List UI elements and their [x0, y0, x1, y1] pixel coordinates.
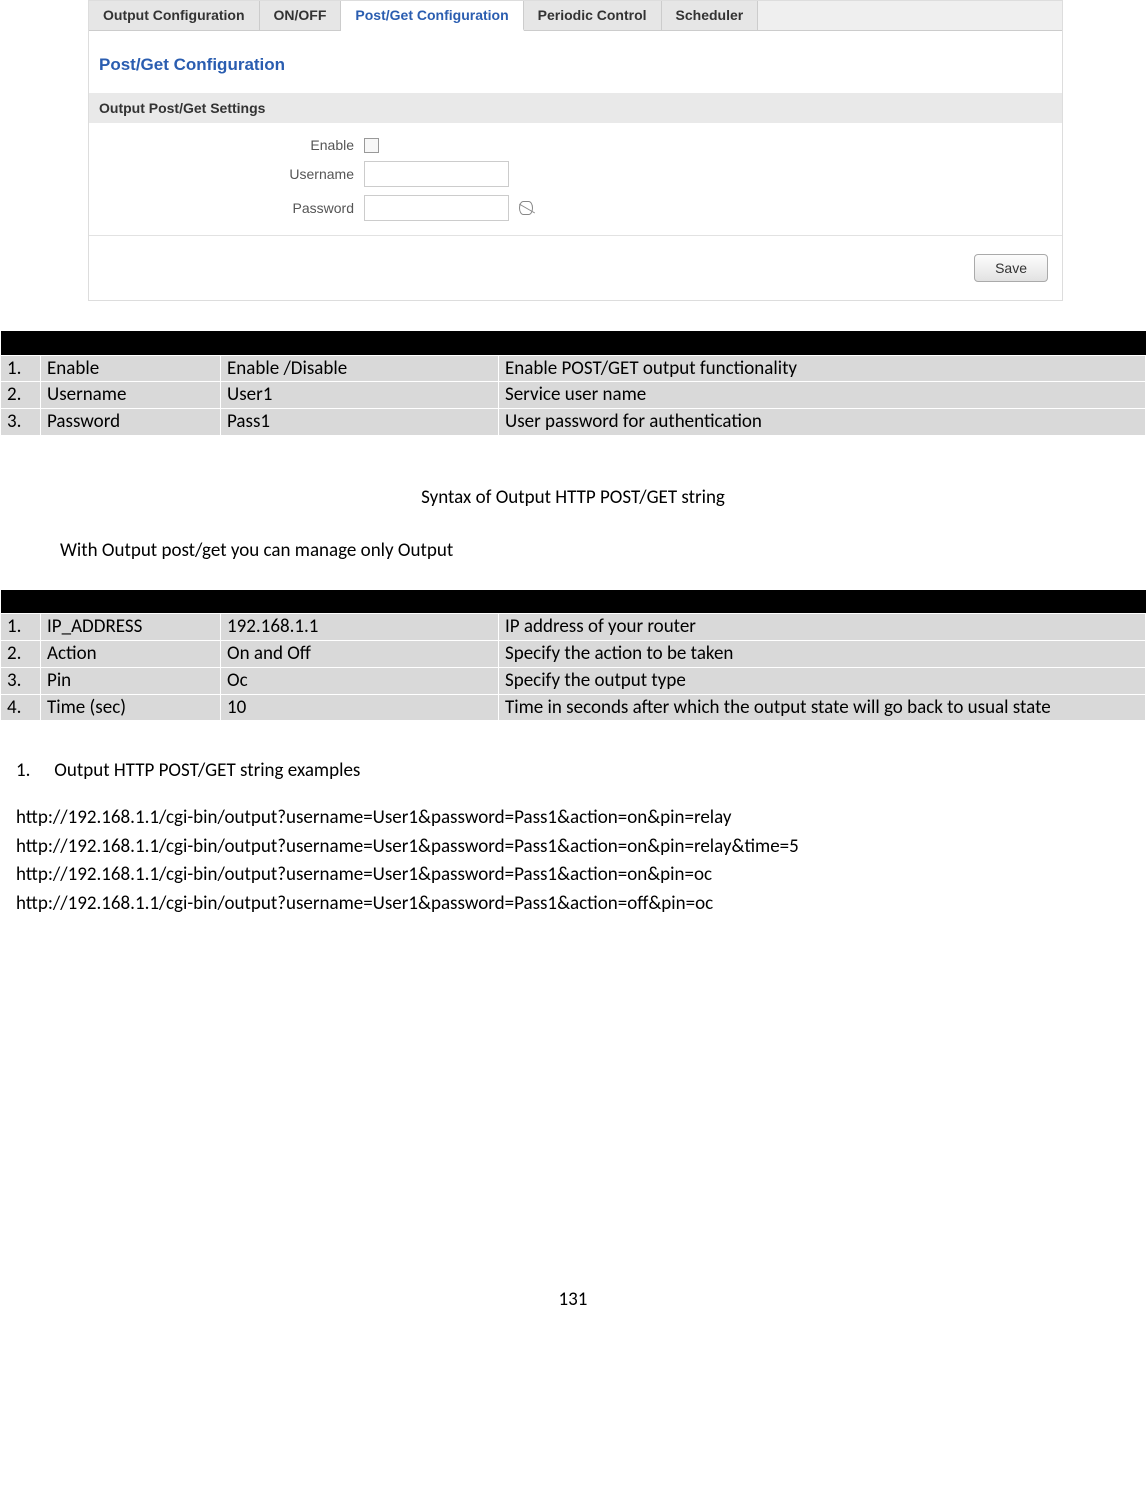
url-line: http://192.168.1.1/cgi-bin/output?userna… [16, 833, 1146, 862]
table-row: 2. Username User1 Service user name [1, 382, 1146, 409]
th [221, 590, 499, 614]
cell: User password for authentication [499, 409, 1146, 436]
table-row: 1. Enable Enable /Disable Enable POST/GE… [1, 355, 1146, 382]
tab-post-get-config[interactable]: Post/Get Configuration [341, 1, 523, 31]
cell: On and Off [221, 641, 499, 668]
section-subhead: Output Post/Get Settings [89, 93, 1062, 123]
tab-strip: Output Configuration ON/OFF Post/Get Con… [89, 1, 1062, 31]
examples-num: 1. [16, 759, 50, 782]
syntax-heading: Syntax of Output HTTP POST/GET string [0, 486, 1146, 509]
tab-scheduler[interactable]: Scheduler [662, 1, 759, 30]
cell: Oc [221, 667, 499, 694]
password-input[interactable] [364, 195, 509, 221]
cell: 10 [221, 694, 499, 721]
form-footer: Save [89, 235, 1062, 300]
cell: Pass1 [221, 409, 499, 436]
cell: 1. [1, 614, 41, 641]
cell: Password [41, 409, 221, 436]
url-line: http://192.168.1.1/cgi-bin/output?userna… [16, 804, 1146, 833]
table-row: 3. Pin Oc Specify the output type [1, 667, 1146, 694]
th [499, 590, 1146, 614]
cell: Enable /Disable [221, 355, 499, 382]
section-title: Post/Get Configuration [89, 31, 1062, 93]
syntax-table: 1. IP_ADDRESS 192.168.1.1 IP address of … [0, 590, 1146, 722]
cell: 1. [1, 355, 41, 382]
cell: IP address of your router [499, 614, 1146, 641]
th [499, 331, 1146, 355]
page-number: 131 [0, 1288, 1146, 1311]
cell: 2. [1, 641, 41, 668]
examples-title: Output HTTP POST/GET string examples [54, 759, 360, 782]
username-label: Username [89, 166, 364, 182]
cell: 3. [1, 667, 41, 694]
tab-periodic-control[interactable]: Periodic Control [524, 1, 662, 30]
table-row: 1. IP_ADDRESS 192.168.1.1 IP address of … [1, 614, 1146, 641]
table-row: 3. Password Pass1 User password for auth… [1, 409, 1146, 436]
th [41, 331, 221, 355]
enable-label: Enable [89, 137, 364, 153]
url-list: http://192.168.1.1/cgi-bin/output?userna… [16, 804, 1146, 918]
th [41, 590, 221, 614]
cell: Specify the output type [499, 667, 1146, 694]
cell: Service user name [499, 382, 1146, 409]
cell: User1 [221, 382, 499, 409]
examples-heading: 1. Output HTTP POST/GET string examples [16, 759, 1146, 782]
router-ui-panel: Output Configuration ON/OFF Post/Get Con… [88, 0, 1063, 301]
tab-output-configuration[interactable]: Output Configuration [89, 1, 260, 30]
table-row: 4. Time (sec) 10 Time in seconds after w… [1, 694, 1146, 721]
cell: Enable [41, 355, 221, 382]
save-button[interactable]: Save [974, 254, 1048, 282]
cell: IP_ADDRESS [41, 614, 221, 641]
eye-icon[interactable] [519, 201, 533, 215]
username-input[interactable] [364, 161, 509, 187]
cell: Action [41, 641, 221, 668]
tab-on-off[interactable]: ON/OFF [260, 1, 342, 30]
cell: Time (sec) [41, 694, 221, 721]
cell: 4. [1, 694, 41, 721]
password-label: Password [89, 200, 364, 216]
th [221, 331, 499, 355]
url-line: http://192.168.1.1/cgi-bin/output?userna… [16, 890, 1146, 919]
cell: Enable POST/GET output functionality [499, 355, 1146, 382]
cell: Username [41, 382, 221, 409]
body-text: With Output post/get you can manage only… [60, 539, 1146, 562]
th [1, 331, 41, 355]
cell: Specify the action to be taken [499, 641, 1146, 668]
url-line: http://192.168.1.1/cgi-bin/output?userna… [16, 861, 1146, 890]
th [1, 590, 41, 614]
settings-table: 1. Enable Enable /Disable Enable POST/GE… [0, 331, 1146, 436]
cell: Pin [41, 667, 221, 694]
settings-form: Enable Username Password [89, 123, 1062, 235]
table-row: 2. Action On and Off Specify the action … [1, 641, 1146, 668]
cell: 2. [1, 382, 41, 409]
cell: 3. [1, 409, 41, 436]
cell: 192.168.1.1 [221, 614, 499, 641]
cell: Time in seconds after which the output s… [499, 694, 1146, 721]
enable-checkbox[interactable] [364, 138, 379, 153]
